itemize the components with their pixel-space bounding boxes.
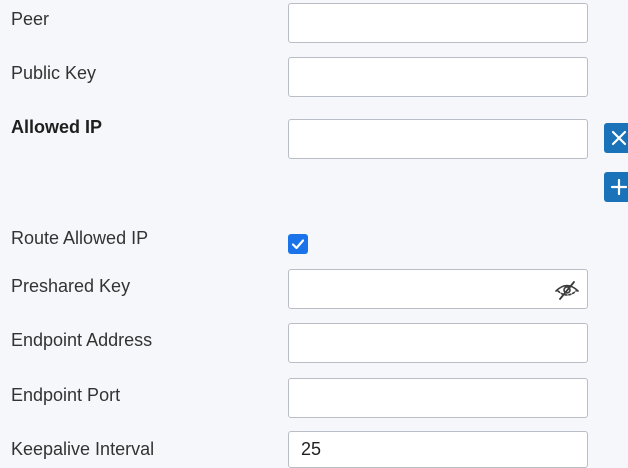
preshared-key-input[interactable] xyxy=(288,269,588,309)
add-allowed-ip-button[interactable] xyxy=(604,172,628,202)
public-key-label: Public Key xyxy=(11,63,97,83)
endpoint-address-label: Endpoint Address xyxy=(11,330,153,350)
eye-slash-icon xyxy=(555,281,579,300)
close-icon xyxy=(611,130,627,146)
allowed-ip-label: Allowed IP xyxy=(11,117,103,137)
route-allowed-ip-label: Route Allowed IP xyxy=(11,228,149,248)
checkmark-icon xyxy=(291,239,305,250)
toggle-visibility-button[interactable] xyxy=(554,279,580,301)
keepalive-interval-input[interactable] xyxy=(288,431,588,468)
peer-label: Peer xyxy=(11,9,50,29)
plus-icon xyxy=(610,178,628,196)
endpoint-port-label: Endpoint Port xyxy=(11,385,121,405)
endpoint-address-input[interactable] xyxy=(288,323,588,363)
allowed-ip-input[interactable] xyxy=(288,119,588,159)
public-key-input[interactable] xyxy=(288,57,588,97)
preshared-key-label: Preshared Key xyxy=(11,276,131,296)
keepalive-interval-label: Keepalive Interval xyxy=(11,439,155,459)
peer-input[interactable] xyxy=(288,3,588,43)
endpoint-port-input[interactable] xyxy=(288,378,588,418)
remove-allowed-ip-button[interactable] xyxy=(604,123,628,153)
route-allowed-ip-checkbox[interactable] xyxy=(288,234,308,254)
